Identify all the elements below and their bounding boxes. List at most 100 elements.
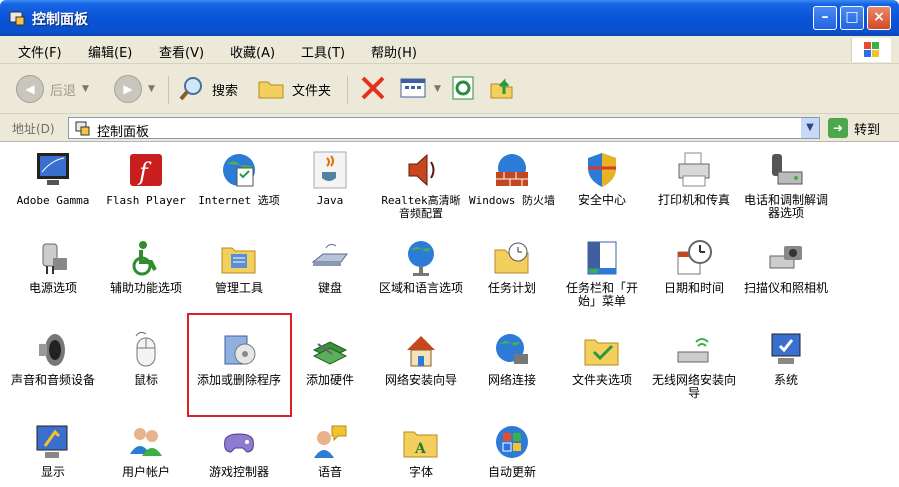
- close-button[interactable]: ×: [867, 6, 891, 30]
- menu-file[interactable]: 文件(F): [18, 42, 62, 61]
- scanner-camera-icon: [766, 238, 806, 278]
- taskbar-icon: [582, 238, 622, 278]
- go-label: 转到: [854, 122, 881, 138]
- delete-button[interactable]: [358, 74, 388, 104]
- address-dropdown[interactable]: ▼: [801, 118, 819, 138]
- folders-button[interactable]: 文件夹: [256, 74, 331, 104]
- item-folder-options[interactable]: 文件夹选项: [558, 330, 646, 387]
- menu-help[interactable]: 帮助(H): [371, 42, 417, 61]
- item-network-setup-wizard[interactable]: 网络安装向导: [377, 330, 465, 387]
- item-wireless-network-wizard[interactable]: 无线网络安装向导: [650, 330, 738, 400]
- power-plug-icon: [33, 238, 73, 278]
- menu-view[interactable]: 查看(V): [159, 42, 204, 61]
- item-fonts[interactable]: A 字体: [377, 422, 465, 479]
- window-title: 控制面板: [32, 12, 88, 28]
- monitor-icon: [33, 150, 73, 190]
- system-icon: [766, 330, 806, 370]
- admin-tools-icon: [219, 238, 259, 278]
- toolbar-separator: [347, 76, 348, 104]
- item-security-center[interactable]: 安全中心: [558, 150, 646, 207]
- toolbar: ◀ 后退 ▼ ▶ ▼ 搜索 文件夹 ▼: [0, 64, 899, 114]
- forward-arrow-icon: ▶: [114, 75, 142, 103]
- item-accessibility[interactable]: 辅助功能选项: [102, 238, 190, 295]
- globe-icon: [401, 238, 441, 278]
- folders-label: 文件夹: [292, 83, 332, 99]
- item-automatic-updates[interactable]: 自动更新: [468, 422, 556, 479]
- firewall-icon: [492, 150, 532, 190]
- maximize-button[interactable]: □: [840, 6, 864, 30]
- toolbar-separator: [168, 76, 169, 104]
- item-power-options[interactable]: 电源选项: [9, 238, 97, 295]
- item-printers-faxes[interactable]: 打印机和传真: [650, 150, 738, 207]
- address-input[interactable]: 控制面板 ▼: [68, 117, 820, 140]
- item-game-controllers[interactable]: 游戏控制器: [195, 422, 283, 479]
- back-label: 后退: [50, 83, 77, 99]
- back-button[interactable]: ◀ 后退 ▼: [16, 74, 89, 104]
- shield-icon: [582, 150, 622, 190]
- flash-icon: f: [126, 150, 166, 190]
- windows-update-icon: [492, 422, 532, 462]
- task-folder-clock-icon: [492, 238, 532, 278]
- house-network-icon: [401, 330, 441, 370]
- add-hardware-icon: [310, 330, 350, 370]
- title-bar[interactable]: 控制面板 – □ ×: [0, 0, 899, 36]
- item-adobe-gamma[interactable]: Adobe Gamma: [9, 150, 97, 207]
- item-add-hardware[interactable]: 添加硬件: [286, 330, 374, 387]
- java-cup-icon: [310, 150, 350, 190]
- back-arrow-icon: ◀: [16, 75, 44, 103]
- control-panel-icon: [75, 120, 91, 139]
- item-scanners-cameras[interactable]: 扫描仪和照相机: [742, 238, 830, 295]
- views-button[interactable]: ▼: [398, 74, 441, 104]
- item-realtek-audio[interactable]: Realtek高清晰音频配置: [377, 150, 465, 220]
- clock-calendar-icon: [674, 238, 714, 278]
- chevron-down-icon: ▼: [148, 84, 155, 94]
- item-sound-audio[interactable]: 声音和音频设备: [9, 330, 97, 387]
- item-internet-options[interactable]: Internet 选项: [195, 150, 283, 207]
- windows-logo-icon: [851, 38, 891, 62]
- menu-tools[interactable]: 工具(T): [301, 42, 345, 61]
- item-flash-player[interactable]: f Flash Player: [102, 150, 190, 207]
- chevron-down-icon: ▼: [82, 84, 89, 94]
- views-icon: [398, 74, 428, 105]
- delete-x-icon: [358, 74, 388, 105]
- item-taskbar-start-menu[interactable]: 任务栏和「开始」菜单: [558, 238, 646, 308]
- minimize-button[interactable]: –: [813, 6, 837, 30]
- address-value: 控制面板: [97, 125, 150, 140]
- item-windows-firewall[interactable]: Windows 防火墙: [468, 150, 556, 207]
- menu-bar: 文件(F) 编辑(E) 查看(V) 收藏(A) 工具(T) 帮助(H): [0, 36, 899, 64]
- search-icon: [178, 74, 206, 105]
- fonts-folder-icon: A: [401, 422, 441, 462]
- go-button[interactable]: ➜ 转到: [828, 118, 894, 138]
- search-label: 搜索: [212, 83, 239, 99]
- item-mouse[interactable]: 鼠标: [102, 330, 190, 387]
- forward-button[interactable]: ▶ ▼: [114, 74, 155, 104]
- item-network-connections[interactable]: 网络连接: [468, 330, 556, 387]
- speech-icon: [310, 422, 350, 462]
- item-user-accounts[interactable]: 用户帐户: [102, 422, 190, 479]
- chevron-down-icon: ▼: [434, 84, 441, 94]
- item-system[interactable]: 系统: [742, 330, 830, 387]
- item-keyboard[interactable]: 键盘: [286, 238, 374, 295]
- folder-check-icon: [582, 330, 622, 370]
- control-panel-icon: [8, 9, 26, 27]
- item-date-time[interactable]: 日期和时间: [650, 238, 738, 295]
- item-speech[interactable]: 语音: [286, 422, 374, 479]
- sync-button[interactable]: [450, 74, 476, 104]
- item-region-language[interactable]: 区域和语言选项: [377, 238, 465, 295]
- internet-globe-icon: [219, 150, 259, 190]
- phone-modem-icon: [766, 150, 806, 190]
- item-display[interactable]: 显示: [9, 422, 97, 479]
- item-phone-modem[interactable]: 电话和调制解调器选项: [742, 150, 830, 220]
- menu-edit[interactable]: 编辑(E): [88, 42, 132, 61]
- control-panel-items: Adobe Gamma f Flash Player Internet 选项 J…: [0, 142, 899, 487]
- gamepad-icon: [219, 422, 259, 462]
- item-java[interactable]: Java: [286, 150, 374, 207]
- item-admin-tools[interactable]: 管理工具: [195, 238, 283, 295]
- menu-favorites[interactable]: 收藏(A): [230, 42, 275, 61]
- search-button[interactable]: 搜索: [178, 74, 238, 104]
- address-bar: 地址(D) 控制面板 ▼ ➜ 转到: [0, 114, 899, 142]
- address-label: 地址(D): [12, 122, 55, 136]
- up-folder-button[interactable]: [488, 74, 516, 104]
- network-globe-icon: [492, 330, 532, 370]
- item-scheduled-tasks[interactable]: 任务计划: [468, 238, 556, 295]
